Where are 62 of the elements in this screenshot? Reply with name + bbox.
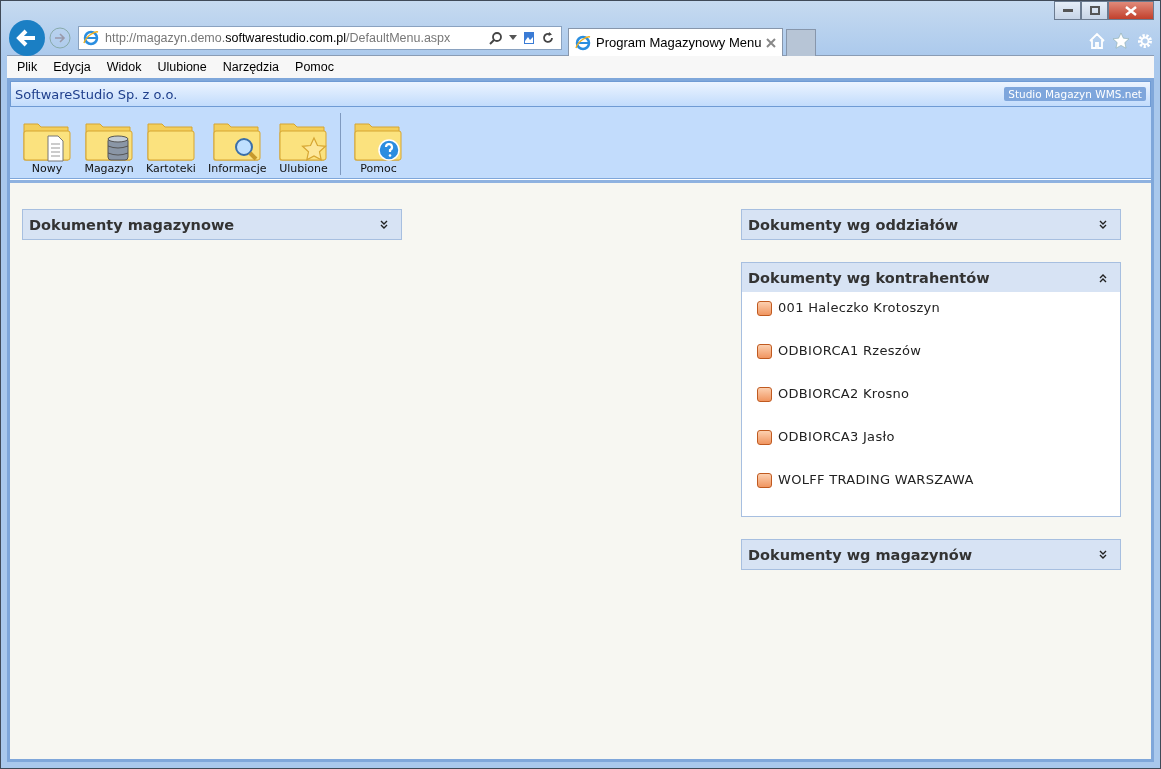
contractor-link[interactable]: ODBIORCA1 Rzeszów	[778, 343, 922, 358]
bullet-icon	[757, 473, 772, 488]
company-name: SoftwareStudio Sp. z o.o.	[15, 86, 178, 102]
close-button[interactable]	[1108, 1, 1154, 20]
panel-header[interactable]: Dokumenty wg kontrahentów	[742, 263, 1120, 292]
expand-icon[interactable]	[1098, 219, 1108, 230]
compatibility-icon[interactable]	[523, 31, 535, 45]
bullet-icon	[757, 387, 772, 402]
toolbar-button[interactable]: Pomoc	[351, 120, 406, 175]
menu-item[interactable]: Edycja	[53, 60, 91, 74]
browser-logo-icon	[575, 34, 591, 51]
star-icon[interactable]	[1112, 32, 1130, 50]
contractor-link[interactable]: WOLFF TRADING WARSZAWA	[778, 472, 974, 487]
panel-title: Dokumenty wg kontrahentów	[748, 269, 990, 286]
expand-icon[interactable]	[379, 219, 389, 230]
menu-item[interactable]: Narzędzia	[222, 60, 280, 74]
toolbar-button[interactable]: Informacje	[206, 120, 269, 175]
browser-logo-icon	[83, 30, 99, 46]
folder-document-icon	[22, 120, 72, 162]
product-name: Studio Magazyn WMS.net	[1004, 87, 1146, 101]
panel-header[interactable]: Dokumenty magazynowe	[23, 210, 401, 239]
caret-icon[interactable]	[509, 35, 517, 41]
refresh-icon[interactable]	[541, 31, 555, 45]
contractor-link[interactable]: ODBIORCA3 Jasło	[778, 429, 895, 444]
contractor-link[interactable]: 001 Haleczko Krotoszyn	[778, 300, 941, 315]
panel-title: Dokumenty magazynowe	[29, 216, 235, 233]
toolbar-button[interactable]: Kartoteki	[144, 120, 198, 175]
tab-title: Program Magazynowy Menu	[596, 35, 762, 50]
panel-title: Dokumenty wg magazynów	[748, 546, 973, 563]
close-icon[interactable]	[766, 37, 777, 48]
bullet-icon	[757, 301, 772, 316]
address-bar[interactable]: http://magazyn.demo.softwarestudio.com.pl/DefaultMenu.aspx	[78, 26, 562, 50]
browser-tab[interactable]: Program Magazynowy Menu	[568, 28, 784, 56]
folder-icon	[146, 120, 196, 162]
folder-star-icon	[278, 120, 329, 162]
menu-item[interactable]: Pomoc	[295, 60, 334, 74]
panel-header[interactable]: Dokumenty wg oddziałów	[742, 210, 1120, 239]
toolbar-button[interactable]: Nowy	[20, 120, 74, 175]
maximize-icon	[1089, 6, 1100, 15]
toolbar-button[interactable]: Ulubione	[276, 120, 331, 175]
folder-database-icon	[84, 120, 134, 162]
minimize-button[interactable]	[1054, 1, 1081, 20]
url-text: http://magazyn.demo.softwarestudio.com.pl/DefaultMenu.aspx	[105, 31, 452, 45]
bullet-icon	[757, 430, 772, 445]
folder-help-icon	[353, 120, 404, 162]
minimize-icon	[1062, 8, 1073, 13]
folder-magnifier-icon	[212, 120, 263, 162]
contractor-link[interactable]: ODBIORCA2 Krosno	[778, 386, 910, 401]
panel-header[interactable]: Dokumenty wg magazynów	[742, 540, 1120, 569]
splitter-handle[interactable]	[10, 179, 1151, 183]
menu-item[interactable]: Widok	[106, 60, 142, 74]
close-icon	[1125, 5, 1137, 16]
collapse-icon[interactable]	[1098, 272, 1108, 283]
search-icon[interactable]	[489, 31, 503, 45]
maximize-button[interactable]	[1081, 1, 1108, 20]
toolbar-button[interactable]: Magazyn	[82, 120, 136, 175]
expand-icon[interactable]	[1098, 549, 1108, 560]
menu-item[interactable]: Plik	[17, 60, 38, 74]
panel-title: Dokumenty wg oddziałów	[748, 216, 959, 233]
back-button[interactable]	[9, 20, 45, 56]
menu-item[interactable]: Ulubione	[157, 60, 207, 74]
bullet-icon	[757, 344, 772, 359]
